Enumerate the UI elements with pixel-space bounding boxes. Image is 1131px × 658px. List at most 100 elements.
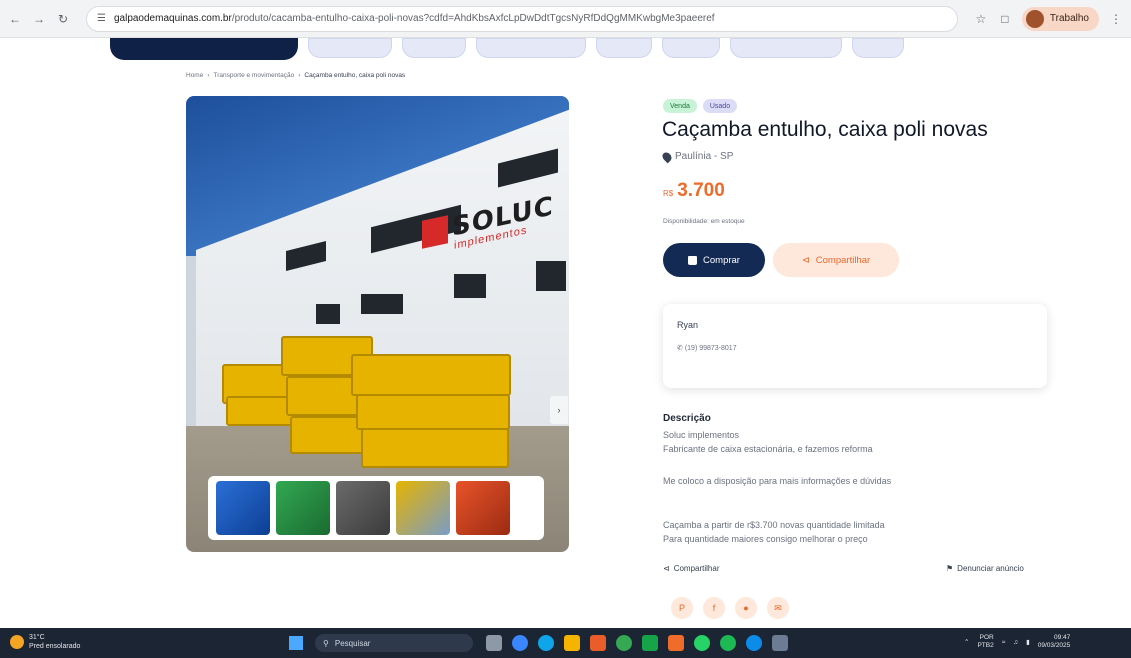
share-icon: ⊲ xyxy=(801,254,810,266)
description-line: Soluc implementos xyxy=(663,430,740,440)
url-text: galpaodemaquinas.com.br/produto/cacamba-… xyxy=(113,13,715,24)
seller-card: Ryan ✆ (19) 99873-8017 xyxy=(663,304,1047,388)
seller-phone-text: (19) 99873-8017 xyxy=(684,345,737,352)
tag-used: Usado xyxy=(702,99,738,113)
app-icon[interactable] xyxy=(772,635,788,651)
thumbnail-5[interactable] xyxy=(456,481,510,535)
description-line: Fabricante de caixa estacionária, e faze… xyxy=(663,444,873,454)
breadcrumb-separator: › xyxy=(207,72,210,79)
thumbnail-1[interactable] xyxy=(216,481,270,535)
shopping-bag-icon xyxy=(688,255,698,265)
sun-icon xyxy=(10,635,24,649)
volume-icon[interactable]: ♫ xyxy=(1013,639,1018,646)
menu-dots-icon[interactable]: ⋮ xyxy=(1109,12,1123,26)
clock-time: 09:47 xyxy=(1054,634,1071,641)
description-line: Para quantidade maiores consigo melhorar… xyxy=(663,534,868,544)
seller-name: Ryan xyxy=(677,320,699,330)
breadcrumb-category[interactable]: Transporte e movimentação xyxy=(214,72,295,79)
site-info-icon[interactable]: ☰ xyxy=(97,13,106,24)
pinterest-icon[interactable]: P xyxy=(671,597,693,619)
search-icon: ⚲ xyxy=(323,638,329,648)
nav-category-pill[interactable] xyxy=(852,38,904,58)
edge-icon[interactable] xyxy=(538,635,554,651)
share-link[interactable]: ⊲ Compartilhar xyxy=(663,564,720,573)
taskbar-search[interactable]: ⚲ Pesquisar xyxy=(315,634,473,652)
share-button-label: Compartilhar xyxy=(815,254,871,266)
description-heading: Descrição xyxy=(663,413,711,424)
windows-start-icon[interactable] xyxy=(289,636,303,650)
nav-category-pill[interactable] xyxy=(476,38,586,58)
bookmark-star-icon[interactable]: ☆ xyxy=(974,12,988,26)
profile-button[interactable]: Trabalho xyxy=(1021,6,1099,31)
image-thumbnails xyxy=(208,476,544,540)
product-price: R$ 3.700 xyxy=(663,180,725,202)
nav-primary-button[interactable] xyxy=(110,38,298,60)
store-icon[interactable] xyxy=(590,635,606,651)
taskbar-apps xyxy=(486,635,788,651)
weather-text: 31°C Pred ensolarado xyxy=(29,633,80,651)
battery-icon[interactable]: ▮ xyxy=(1026,638,1030,646)
image-window xyxy=(536,261,566,291)
site-category-nav xyxy=(110,38,1070,62)
nav-category-pill[interactable] xyxy=(662,38,720,58)
reload-icon[interactable]: ↻ xyxy=(56,12,70,26)
profile-label: Trabalho xyxy=(1049,13,1089,24)
report-ad-link[interactable]: ⚑ Denunciar anúncio xyxy=(946,564,1024,573)
thumbnail-3[interactable] xyxy=(336,481,390,535)
description-line: Me coloco a disposição para mais informa… xyxy=(663,476,892,486)
breadcrumb: Home › Transporte e movimentação › Caçam… xyxy=(186,72,405,79)
location-text: Paulínia - SP xyxy=(675,151,734,162)
whatsapp-icon[interactable]: ● xyxy=(735,597,757,619)
lang-top: POR xyxy=(979,634,994,641)
extensions-icon[interactable]: □ xyxy=(998,12,1012,26)
nav-category-pill[interactable] xyxy=(730,38,842,58)
nav-category-pill[interactable] xyxy=(596,38,652,58)
app-icon[interactable] xyxy=(668,635,684,651)
wifi-icon[interactable]: ≈ xyxy=(1002,639,1006,646)
whatsapp-app-icon[interactable] xyxy=(694,635,710,651)
system-tray: ⌃ POR PTB2 ≈ ♫ ▮ 09:47 09/03/2025 xyxy=(964,634,1070,650)
flag-icon: ⚑ xyxy=(946,564,954,573)
nav-category-pill[interactable] xyxy=(308,38,392,58)
browser-toolbar: ← → ↻ ☰ galpaodemaquinas.com.br/produto/… xyxy=(0,0,1131,38)
image-window xyxy=(361,294,403,314)
image-window xyxy=(316,304,340,324)
edge-dev-icon[interactable] xyxy=(746,635,762,651)
location-pin-icon xyxy=(660,150,674,163)
tag-sale: Venda xyxy=(663,99,697,113)
chevron-up-icon[interactable]: ⌃ xyxy=(964,638,969,646)
address-bar[interactable]: ☰ galpaodemaquinas.com.br/produto/cacamb… xyxy=(86,5,958,32)
weather-temp: 31°C xyxy=(29,634,45,641)
back-icon[interactable]: ← xyxy=(8,12,22,26)
carousel-next-button[interactable]: › xyxy=(550,396,568,424)
breadcrumb-home[interactable]: Home xyxy=(186,72,203,79)
buy-button[interactable]: Comprar xyxy=(663,243,765,277)
language-indicator[interactable]: POR PTB2 xyxy=(977,634,993,650)
task-view-icon[interactable] xyxy=(486,635,502,651)
chat-icon[interactable] xyxy=(512,635,528,651)
clock[interactable]: 09:47 09/03/2025 xyxy=(1038,634,1071,650)
chrome-icon[interactable] xyxy=(616,635,632,651)
share-link-label: Compartilhar xyxy=(673,564,720,573)
share-button[interactable]: ⊲ Compartilhar xyxy=(773,243,899,277)
nav-category-pill[interactable] xyxy=(402,38,466,58)
excel-icon[interactable] xyxy=(642,635,658,651)
search-placeholder: Pesquisar xyxy=(334,638,371,648)
thumbnail-4[interactable] xyxy=(396,481,450,535)
avatar xyxy=(1025,9,1044,28)
forward-icon[interactable]: → xyxy=(32,12,46,26)
share-icon: ⊲ xyxy=(663,564,670,573)
lang-bottom: PTB2 xyxy=(977,642,994,649)
os-taskbar: 31°C Pred ensolarado ⚲ Pesquisar ⌃ POR P… xyxy=(0,628,1131,658)
thumbnail-2[interactable] xyxy=(276,481,330,535)
price-currency: R$ xyxy=(663,189,674,198)
report-ad-label: Denunciar anúncio xyxy=(957,564,1024,573)
buy-button-label: Comprar xyxy=(703,254,740,266)
seller-phone[interactable]: ✆ (19) 99873-8017 xyxy=(677,344,737,352)
facebook-icon[interactable]: f xyxy=(703,597,725,619)
file-explorer-icon[interactable] xyxy=(564,635,580,651)
email-icon[interactable]: ✉ xyxy=(767,597,789,619)
weather-widget[interactable]: 31°C Pred ensolarado xyxy=(10,633,80,651)
spotify-icon[interactable] xyxy=(720,635,736,651)
image-dumpster xyxy=(356,394,510,430)
